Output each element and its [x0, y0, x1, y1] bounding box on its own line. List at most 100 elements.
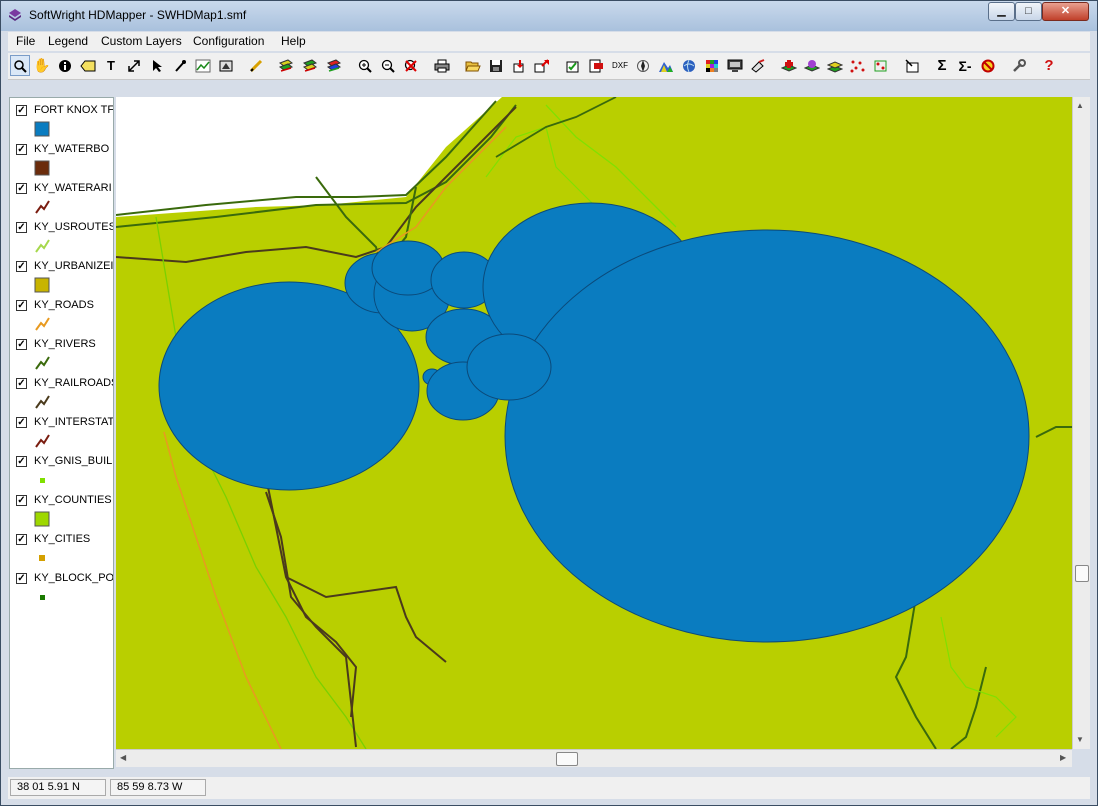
layer-color-button[interactable] — [802, 55, 822, 76]
prohibit-icon — [981, 59, 995, 72]
legend-item-ky-waterbo[interactable]: ✓ KY_WATERBO — [10, 140, 113, 179]
scroll-left-arrow[interactable]: ◀ — [120, 753, 126, 762]
no-pointer-button[interactable] — [978, 55, 998, 76]
draw-line-button[interactable] — [246, 55, 266, 76]
legend-item-ky-cities[interactable]: ✓ KY_CITIES — [10, 530, 113, 569]
edit-point-button[interactable] — [170, 55, 190, 76]
menu-legend[interactable]: Legend — [48, 34, 88, 48]
layer-visibility-checkbox[interactable]: ✓ — [16, 222, 27, 233]
legend-layer-label: KY_CITIES — [34, 533, 91, 545]
edit-layer-button[interactable] — [902, 55, 922, 76]
sum-minus-button[interactable]: Σ- — [955, 55, 975, 76]
menu-help[interactable]: Help — [281, 34, 306, 48]
zoom-reset-button[interactable] — [401, 55, 421, 76]
paint-button[interactable] — [748, 55, 768, 76]
label-tool-button[interactable] — [78, 55, 98, 76]
settings-button[interactable] — [1009, 55, 1029, 76]
terrain-button[interactable] — [656, 55, 676, 76]
legend-item-ky-waterari[interactable]: ✓ KY_WATERARI — [10, 179, 113, 218]
maximize-button[interactable]: □ — [1015, 2, 1042, 21]
zoom-tool-button[interactable] — [10, 55, 30, 76]
pan-tool-button[interactable]: ✋ — [32, 55, 52, 76]
add-layer-button[interactable] — [779, 55, 799, 76]
layer-visibility-checkbox[interactable]: ✓ — [16, 378, 27, 389]
layer-props-button[interactable] — [825, 55, 845, 76]
points-button[interactable] — [848, 55, 868, 76]
resize-arrow-icon — [128, 59, 140, 72]
vertical-scrollbar[interactable]: ▲ ▼ — [1072, 97, 1090, 749]
map-canvas[interactable] — [116, 97, 1072, 749]
select-tool-button[interactable] — [147, 55, 167, 76]
legend-line-swatch — [35, 200, 50, 214]
monitor-icon — [727, 59, 743, 72]
print-button[interactable] — [432, 55, 452, 76]
grid-points-button[interactable] — [871, 55, 891, 76]
export-button[interactable] — [532, 55, 552, 76]
legend-item-ky-gnis-buil[interactable]: ✓ KY_GNIS_BUIL — [10, 452, 113, 491]
layer-visibility-checkbox[interactable]: ✓ — [16, 573, 27, 584]
area-tool-button[interactable] — [216, 55, 236, 76]
pencil-icon — [249, 59, 263, 72]
pdf-export-button[interactable] — [586, 55, 606, 76]
hand-icon: ✋ — [33, 57, 51, 73]
menu-custom-layers[interactable]: Custom Layers — [101, 34, 182, 48]
legend-item-ky-roads[interactable]: ✓ KY_ROADS — [10, 296, 113, 335]
menu-configuration[interactable]: Configuration — [193, 34, 264, 48]
scroll-thumb[interactable] — [556, 752, 578, 766]
legend-item-ky-interstat[interactable]: ✓ KY_INTERSTAT — [10, 413, 113, 452]
longitude-readout: 85 59 8.73 W — [110, 779, 206, 796]
legend-item-ky-block-po[interactable]: ✓ KY_BLOCK_PO — [10, 569, 113, 608]
sum-button[interactable]: Σ — [932, 55, 952, 76]
layer-visibility-checkbox[interactable]: ✓ — [16, 144, 27, 155]
layers-button-1[interactable] — [276, 55, 296, 76]
legend-item-ky-railroads[interactable]: ✓ KY_RAILROADS — [10, 374, 113, 413]
legend-item-fort-knox[interactable]: ✓ FORT KNOX TF — [10, 101, 113, 140]
help-button[interactable]: ? — [1039, 55, 1059, 76]
checklist-button[interactable] — [563, 55, 583, 76]
horizontal-scrollbar[interactable]: ◀ ▶ — [116, 749, 1072, 767]
zoom-out-button[interactable] — [378, 55, 398, 76]
legend-item-ky-urbanized[interactable]: ✓ KY_URBANIZEI — [10, 257, 113, 296]
legend-layer-label: KY_ROADS — [34, 299, 94, 311]
minimize-button[interactable]: ▁ — [988, 2, 1015, 21]
text-tool-button[interactable]: T — [101, 55, 121, 76]
scroll-thumb[interactable] — [1075, 565, 1089, 582]
legend-item-ky-counties[interactable]: ✓ KY_COUNTIES — [10, 491, 113, 530]
palette-button[interactable] — [702, 55, 722, 76]
screen-button[interactable] — [725, 55, 745, 76]
layer-visibility-checkbox[interactable]: ✓ — [16, 417, 27, 428]
close-button[interactable]: ✕ — [1042, 2, 1089, 21]
layers-button-2[interactable] — [300, 55, 320, 76]
floppy-disk-icon — [490, 59, 502, 72]
layer-visibility-checkbox[interactable]: ✓ — [16, 339, 27, 350]
dxf-label: DXF — [612, 61, 628, 70]
import-button[interactable] — [509, 55, 529, 76]
scroll-up-arrow[interactable]: ▲ — [1076, 101, 1084, 110]
profile-tool-button[interactable] — [193, 55, 213, 76]
scroll-down-arrow[interactable]: ▼ — [1076, 735, 1084, 744]
layers-button-3[interactable] — [324, 55, 344, 76]
globe-button[interactable] — [679, 55, 699, 76]
layer-visibility-checkbox[interactable]: ✓ — [16, 261, 27, 272]
layer-visibility-checkbox[interactable]: ✓ — [16, 495, 27, 506]
zoom-cancel-icon — [404, 59, 417, 72]
open-button[interactable] — [463, 55, 483, 76]
legend-item-ky-usroutes[interactable]: ✓ KY_USROUTES — [10, 218, 113, 257]
legend-layer-label: KY_GNIS_BUIL — [34, 455, 113, 467]
measure-tool-button[interactable] — [124, 55, 144, 76]
compass-button[interactable] — [633, 55, 653, 76]
layer-visibility-checkbox[interactable]: ✓ — [16, 300, 27, 311]
dxf-export-button[interactable]: DXF — [609, 55, 631, 76]
menu-file[interactable]: File — [16, 34, 35, 48]
layer-visibility-checkbox[interactable]: ✓ — [16, 105, 27, 116]
legend-item-ky-rivers[interactable]: ✓ KY_RIVERS — [10, 335, 113, 374]
scatter-points-icon — [850, 60, 865, 72]
info-tool-button[interactable] — [55, 55, 75, 76]
layer-visibility-checkbox[interactable]: ✓ — [16, 534, 27, 545]
layer-visibility-checkbox[interactable]: ✓ — [16, 456, 27, 467]
save-button[interactable] — [486, 55, 506, 76]
scroll-right-arrow[interactable]: ▶ — [1060, 753, 1066, 762]
layer-visibility-checkbox[interactable]: ✓ — [16, 183, 27, 194]
zoom-in-button[interactable] — [355, 55, 375, 76]
map-drawing — [116, 97, 1072, 749]
